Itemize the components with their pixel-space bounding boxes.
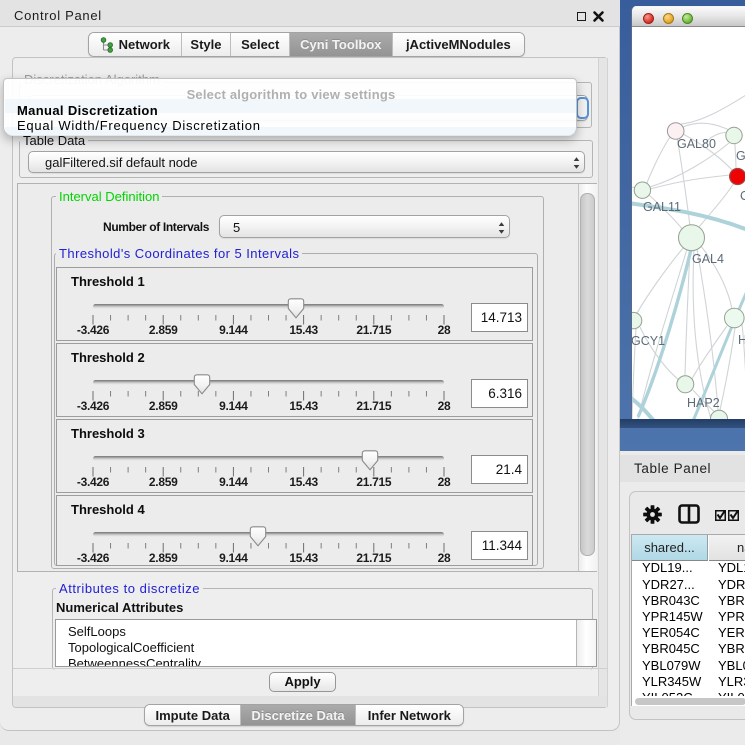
svg-text:GAL80: GAL80 (677, 137, 716, 151)
svg-text:GCY1: GCY1 (632, 334, 665, 348)
svg-text:G.: G. (736, 149, 745, 163)
svg-text:H: H (738, 333, 745, 347)
svg-text:C: C (740, 189, 745, 203)
svg-text:GAL11: GAL11 (643, 200, 681, 214)
svg-text:GAL4: GAL4 (692, 252, 724, 266)
svg-text:HAP2: HAP2 (687, 396, 720, 410)
